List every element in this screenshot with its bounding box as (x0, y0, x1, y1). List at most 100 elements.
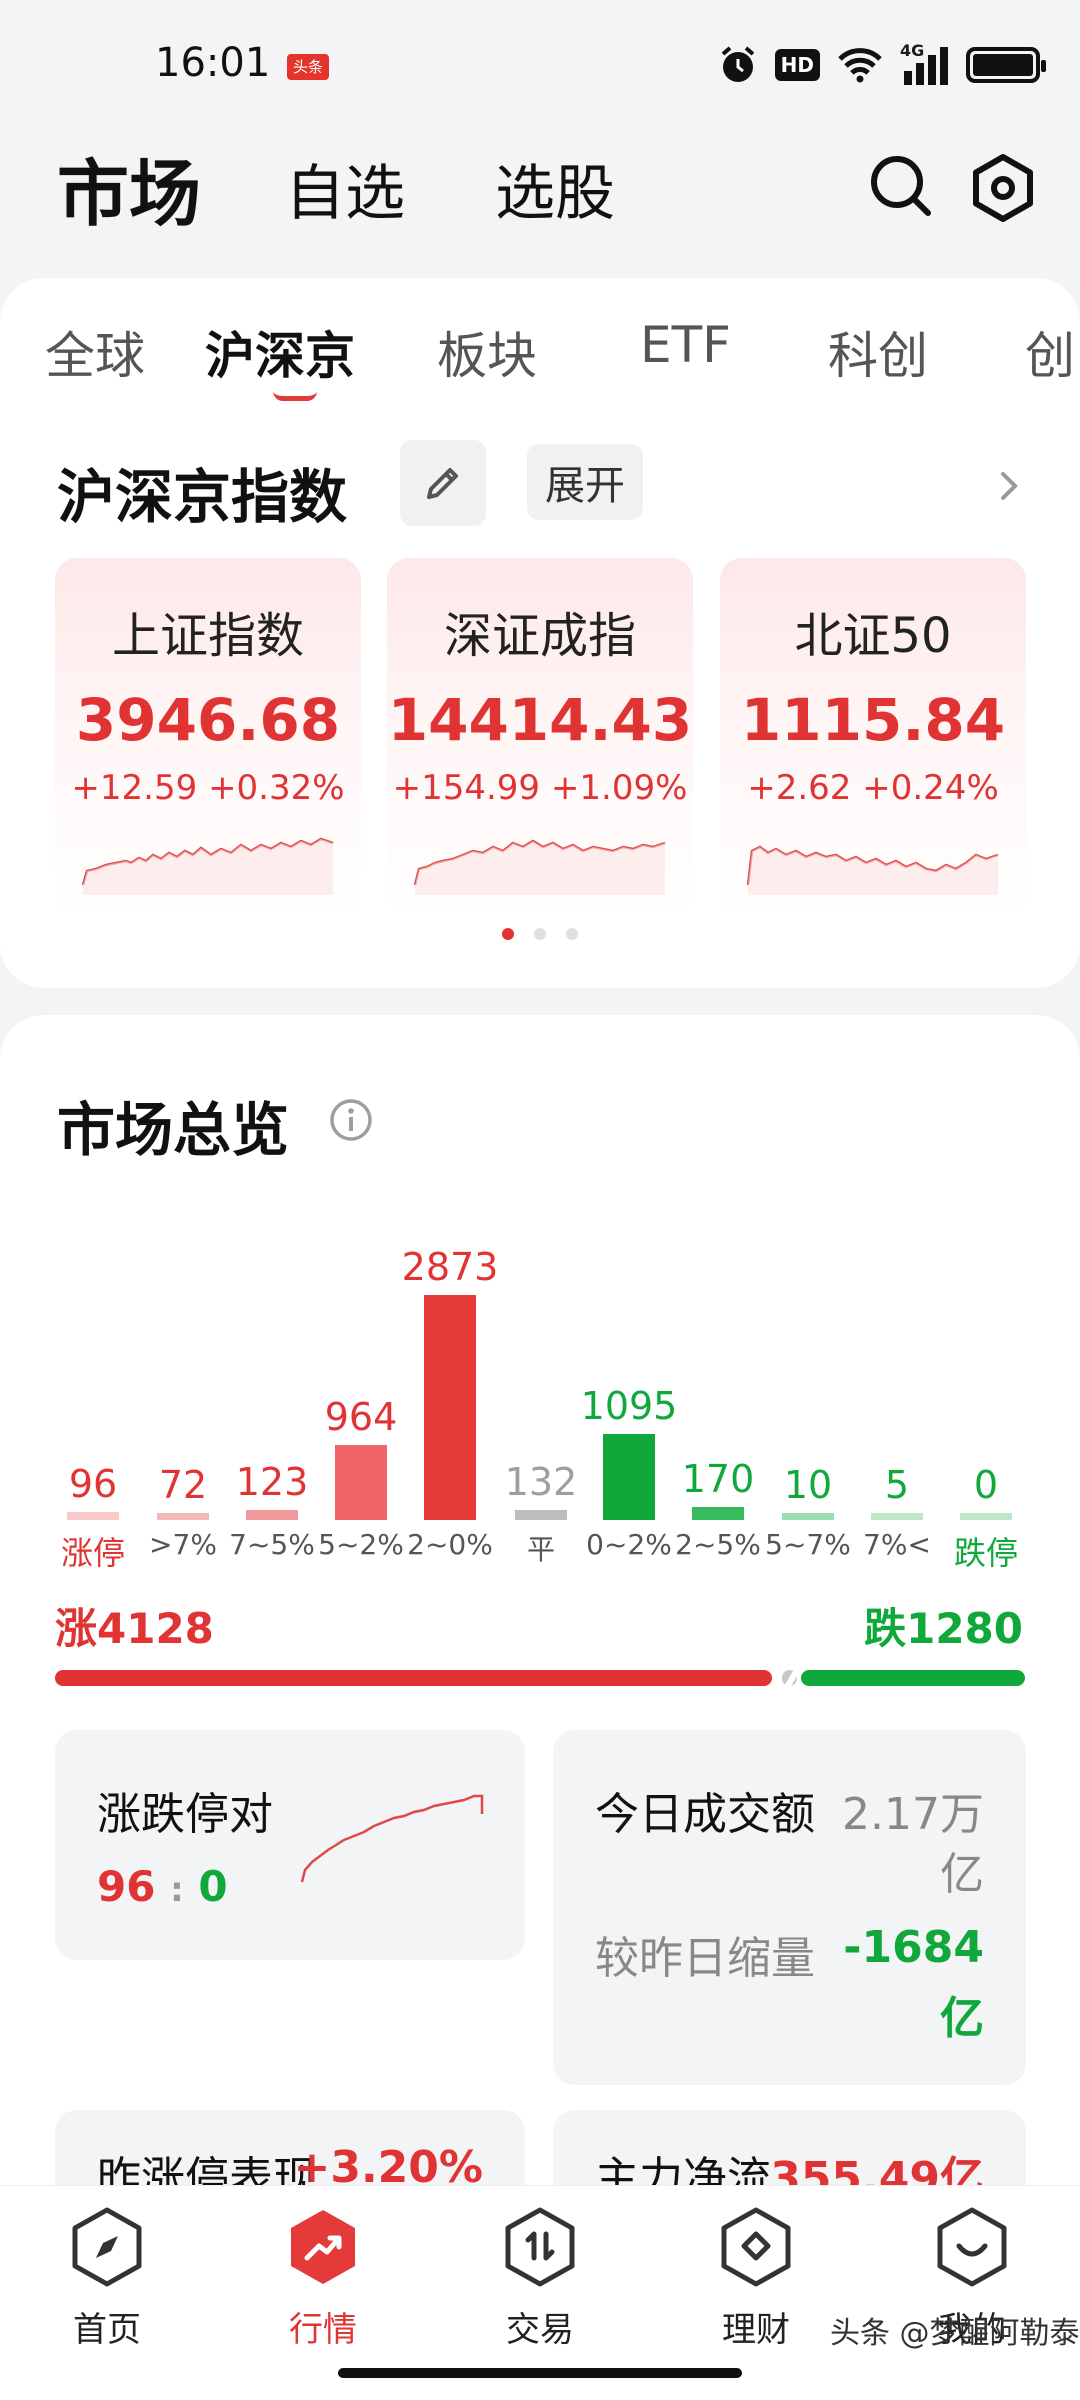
trend-up-icon (291, 2210, 355, 2284)
fall-segment (801, 1670, 1025, 1686)
chart-category-label: 5~2% (318, 1528, 404, 1561)
turnover-unit: 亿 (940, 1849, 984, 1900)
status-bar: 16:01 头条 HD 4G (0, 0, 1080, 135)
chevron-right-icon[interactable] (995, 466, 1025, 506)
page-dot (566, 928, 578, 940)
chart-bar (603, 1434, 655, 1520)
index-card-beizheng50[interactable]: 北证50 1115.84 +2.62 +0.24% (720, 558, 1026, 918)
tab-star[interactable]: 科创 (828, 316, 928, 388)
tab-hushenjing[interactable]: 沪深京 (205, 316, 355, 388)
top-nav: 市场 自选 选股 (0, 135, 1080, 275)
index-sparkline (746, 845, 999, 895)
limit-up-down-card[interactable]: 涨跌停对 96 : 0 (55, 1730, 525, 1960)
tab-chinext[interactable]: 创 (1025, 316, 1075, 388)
page-dot (534, 928, 546, 940)
index-value: 1115.84 (740, 686, 1006, 754)
index-sparkline (81, 837, 334, 895)
bottom-nav-home[interactable]: 首页 (32, 2206, 182, 2351)
fall-count: 跌1280 (864, 1604, 1023, 1653)
index-change: +2.62 +0.24% (747, 768, 999, 808)
chart-category-label: 5~7% (765, 1528, 851, 1561)
wifi-icon (838, 48, 882, 83)
tab-global[interactable]: 全球 (45, 316, 145, 388)
bottom-nav-wealth[interactable]: 理财 (681, 2206, 831, 2351)
tab-etf[interactable]: ETF (640, 316, 731, 374)
market-tabs: 全球 沪深京 板块 ETF 科创 创 (0, 278, 1080, 408)
index-card-shanghai[interactable]: 上证指数 3946.68 +12.59 +0.32% (55, 558, 361, 918)
index-name: 上证指数 (111, 608, 304, 664)
status-icons: HD 4G (717, 41, 1046, 86)
page-dot (502, 928, 514, 940)
chart-category-label: 0~2% (586, 1528, 672, 1561)
nav-market[interactable]: 市场 (57, 135, 201, 240)
volume-compare-unit: 亿 (940, 1993, 984, 2044)
chart-bar (692, 1507, 744, 1520)
turnover-title: 今日成交额 (595, 1789, 815, 1840)
chart-bar (515, 1510, 567, 1520)
expand-button[interactable]: 展开 (527, 444, 643, 520)
chart-bar-value: 1095 (580, 1384, 678, 1428)
battery-icon (966, 47, 1046, 83)
limit-card-title: 涨跌停对 (97, 1789, 273, 1840)
volume-compare-value: -1684 (843, 1922, 984, 1973)
status-time: 16:01 (155, 40, 271, 86)
bottom-nav-market[interactable]: 行情 (248, 2206, 398, 2351)
home-indicator[interactable] (338, 2368, 742, 2378)
chart-bar (424, 1295, 476, 1520)
chart-category-label: 2~0% (407, 1528, 493, 1561)
index-change: +154.99 +1.09% (392, 768, 688, 808)
chart-bar (246, 1510, 298, 1520)
chart-category-label: 7~5% (229, 1528, 315, 1561)
nav-watchlist[interactable]: 自选 (285, 145, 405, 232)
wealth-icon (721, 2207, 791, 2287)
edit-button[interactable] (400, 440, 486, 526)
page-indicator (0, 928, 1080, 940)
chart-bar (335, 1445, 387, 1520)
index-name: 北证50 (794, 608, 952, 664)
chart-category-label: 跌停 (953, 1534, 1018, 1572)
signal-icon: 4G (900, 41, 950, 85)
index-value: 14414.43 (387, 686, 693, 754)
smile-icon (937, 2207, 1007, 2287)
chart-bar-value: 964 (324, 1395, 398, 1439)
overview-title: 市场总览 (57, 1096, 290, 1164)
search-icon[interactable] (868, 153, 934, 219)
chart-bar (960, 1513, 1012, 1520)
turnover-value: 2.17万 (842, 1789, 984, 1840)
index-card-shenzhen[interactable]: 深证成指 14414.43 +154.99 +1.09% (387, 558, 693, 918)
volume-compare-label: 较昨日缩量 (595, 1933, 815, 1984)
chart-category-label: 涨停 (60, 1534, 125, 1572)
chart-bar-value: 123 (235, 1460, 309, 1504)
chart-category-label: 2~5% (675, 1528, 761, 1561)
chart-bar-value: 2873 (401, 1245, 499, 1289)
bottom-nav-trade[interactable]: 交易 (465, 2206, 615, 2351)
chart-bar-value: 132 (504, 1460, 578, 1504)
alarm-icon (721, 46, 754, 82)
index-sparkline (413, 839, 666, 895)
index-section-title: 沪深京指数 (57, 463, 348, 531)
limit-card-ratio: 96 : 0 (97, 1862, 228, 1911)
settings-icon[interactable] (968, 153, 1038, 223)
index-section: 沪深京指数 展开 上证指数 3946.68 +12.59 +0.32% 深证成指… (0, 408, 1080, 988)
trade-icon (505, 2207, 575, 2287)
info-icon[interactable] (328, 1097, 374, 1143)
chart-bar (871, 1513, 923, 1520)
hd-icon: HD (774, 49, 820, 81)
nav-stock-picker[interactable]: 选股 (495, 145, 615, 232)
market-overview: 市场总览 96 涨停 72 >7% 123 7~5% 964 5~2% 2873 2~0% 132 平… (0, 1015, 1080, 2230)
index-name: 深证成指 (443, 608, 636, 664)
index-value: 3946.68 (75, 686, 341, 754)
tab-sector[interactable]: 板块 (437, 316, 537, 388)
chart-category-label: 7%< (863, 1528, 931, 1561)
chart-bar (782, 1513, 834, 1520)
rise-count: 涨4128 (55, 1604, 214, 1653)
watermark: 头条 @梦醒阿勒泰 (830, 2316, 1080, 2351)
turnover-card[interactable]: 今日成交额 2.17万 亿 较昨日缩量 -1684 亿 (553, 1730, 1026, 2085)
tab-active-indicator (273, 391, 317, 401)
chart-bar-value: 0 (973, 1463, 999, 1507)
compass-icon (72, 2207, 142, 2287)
flat-segment (782, 1670, 797, 1686)
rise-segment (55, 1670, 772, 1686)
chart-category-label: >7% (149, 1528, 217, 1561)
chart-category-label: 平 (526, 1533, 555, 1566)
